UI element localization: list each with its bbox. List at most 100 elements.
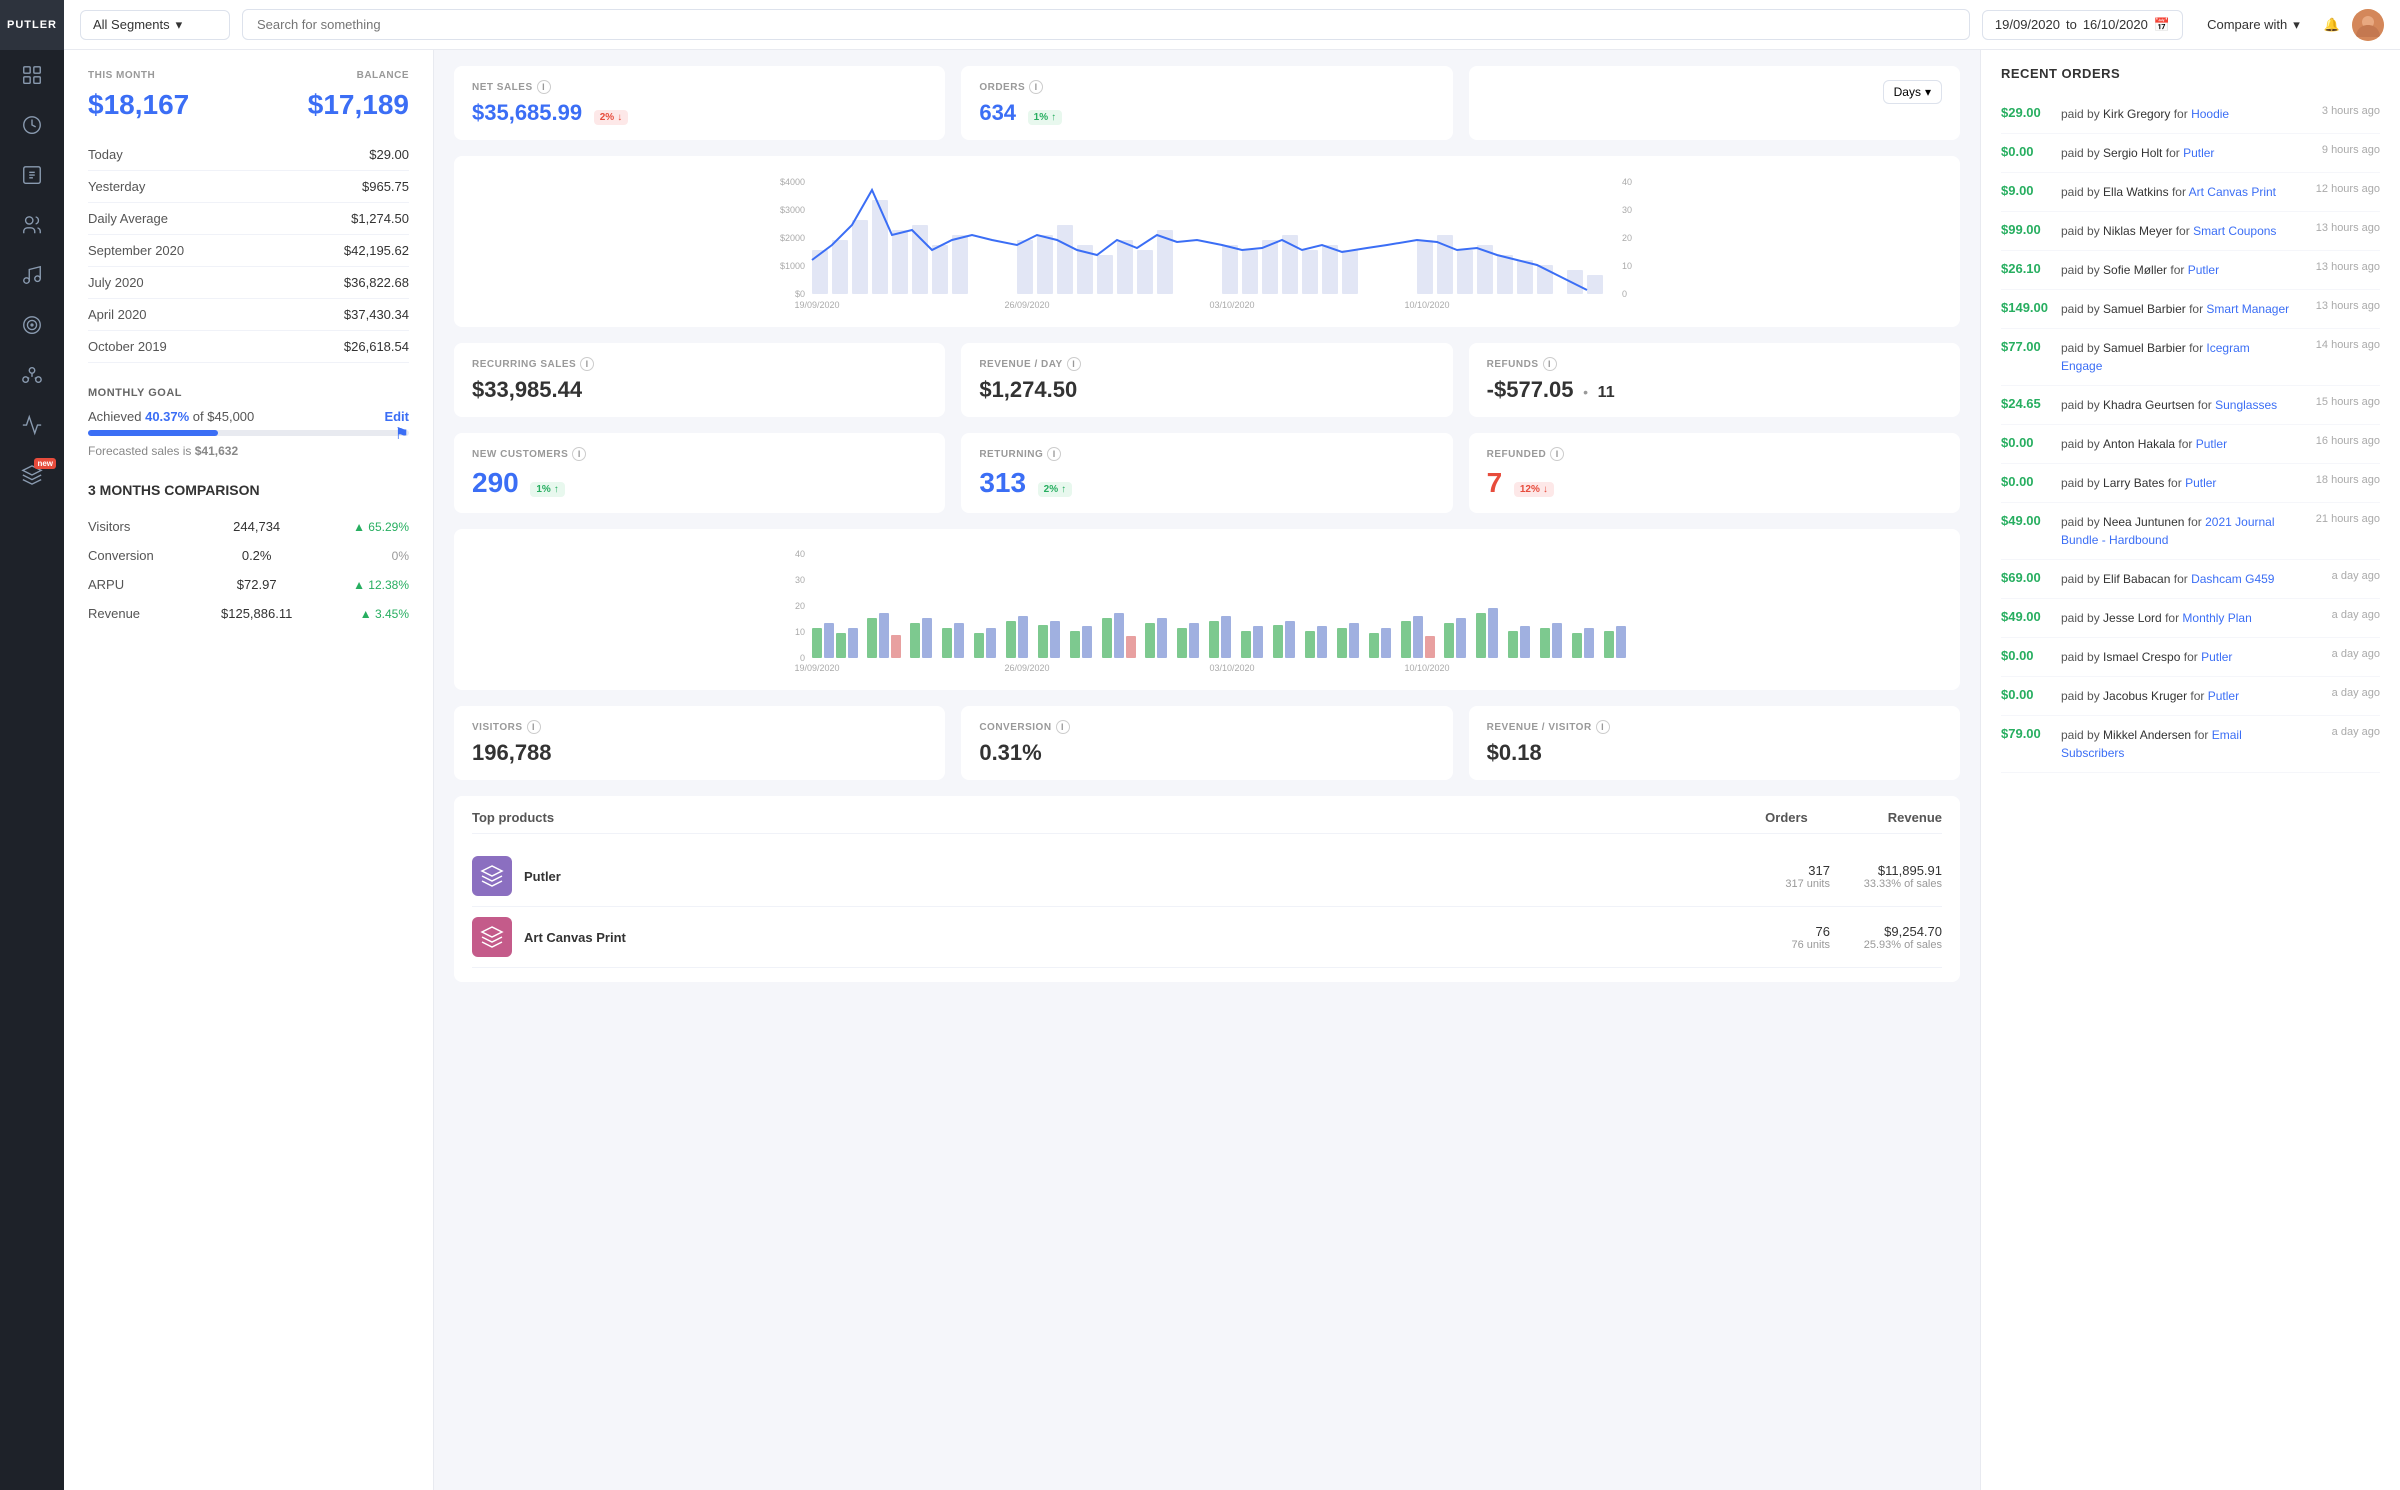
order-product-link[interactable]: Art Canvas Print [2189,185,2276,199]
notification-bell-icon[interactable]: 🔔 [2324,17,2340,33]
refunds-value: -$577.05 [1487,377,1574,402]
revenue-visitor-info-icon[interactable]: i [1596,720,1610,734]
sidebar-item-charts[interactable] [0,400,64,450]
order-product-link[interactable]: Putler [2185,476,2216,490]
svg-text:03/10/2020: 03/10/2020 [1209,663,1254,673]
comparison-row: Visitors 244,734 ▲ 65.29% [88,512,409,541]
returning-label: RETURNING i [979,447,1434,461]
order-text: paid by Ismael Crespo for Putler [2061,648,2292,666]
days-toggle-button[interactable]: Days ▾ [1883,80,1942,104]
svg-text:10/10/2020: 10/10/2020 [1404,300,1449,310]
segment-dropdown[interactable]: All Segments ▾ [80,10,230,40]
returning-info-icon[interactable]: i [1047,447,1061,461]
this-month-value: $18,167 [88,89,189,121]
kpi-row-4: VISITORS i 196,788 CONVERSION i 0.31% RE… [454,706,1960,780]
recurring-info-icon[interactable]: i [580,357,594,371]
sidebar-item-sales[interactable] [0,100,64,150]
refunded-value: 7 [1487,467,1503,498]
order-product-link[interactable]: Putler [2196,437,2227,451]
logo: PUTLER [0,0,64,50]
edit-goal-button[interactable]: Edit [384,409,409,424]
conversion-value: 0.31% [979,740,1434,766]
sidebar-item-apps[interactable]: new [0,450,64,500]
order-text: paid by Samuel Barbier for Smart Manager [2061,300,2292,318]
svg-text:26/09/2020: 26/09/2020 [1004,663,1049,673]
svg-text:19/09/2020: 19/09/2020 [794,300,839,310]
order-amount: $0.00 [2001,435,2053,450]
kpi-row-2: RECURRING SALES i $33,985.44 REVENUE / D… [454,343,1960,417]
order-person: Sergio Holt [2103,146,2162,160]
orders-info-icon[interactable]: i [1029,80,1043,94]
order-product-link[interactable]: Putler [2183,146,2214,160]
stat-label: September 2020 [88,235,279,267]
returning-value-row: 313 2% ↑ [979,467,1434,499]
svg-text:0: 0 [800,653,805,663]
refunds-info-icon[interactable]: i [1543,357,1557,371]
svg-text:$4000: $4000 [780,177,805,187]
goal-achieved-text: Achieved 40.37% of $45,000 [88,409,254,424]
sidebar-item-reports[interactable] [0,250,64,300]
order-row: $0.00 paid by Jacobus Kruger for Putler … [2001,677,2380,716]
sidebar-item-customers[interactable] [0,200,64,250]
order-product-link[interactable]: Monthly Plan [2182,611,2251,625]
sidebar-item-products[interactable] [0,150,64,200]
order-text: paid by Neea Juntunen for 2021 Journal B… [2061,513,2292,549]
order-product-link[interactable]: Dashcam G459 [2191,572,2274,586]
svg-text:$1000: $1000 [780,261,805,271]
order-amount: $0.00 [2001,474,2053,489]
svg-text:$3000: $3000 [780,205,805,215]
recurring-label: RECURRING SALES i [472,357,927,371]
sidebar-item-affiliates[interactable] [0,350,64,400]
sidebar-item-dashboard[interactable] [0,50,64,100]
order-product-link[interactable]: Hoodie [2191,107,2229,121]
product-name: Art Canvas Print [524,930,1738,945]
stat-label: Today [88,139,279,171]
svg-text:40: 40 [795,549,805,559]
stat-label: Yesterday [88,171,279,203]
monthly-goal-section: MONTHLY GOAL Achieved 40.37% of $45,000 … [88,387,409,458]
order-product-link[interactable]: Smart Coupons [2193,224,2276,238]
comparison-label: Conversion [88,541,197,570]
refunded-info-icon[interactable]: i [1550,447,1564,461]
orders-list: $29.00 paid by Kirk Gregory for Hoodie 3… [2001,95,2380,773]
visitors-info-icon[interactable]: i [527,720,541,734]
date-range-picker[interactable]: 19/09/2020 to 16/10/2020 📅 [1982,10,2183,40]
conversion-info-icon[interactable]: i [1056,720,1070,734]
product-revenue: $11,895.91 33.33% of sales [1842,863,1942,890]
svg-text:03/10/2020: 03/10/2020 [1209,300,1254,310]
top-products-card: Top products Orders Revenue Putler 317 3… [454,796,1960,982]
comparison-section: 3 MONTHS COMPARISON Visitors 244,734 ▲ 6… [88,482,409,628]
comparison-label: ARPU [88,570,197,599]
order-product-link[interactable]: Putler [2208,689,2239,703]
comparison-label: Visitors [88,512,197,541]
order-product-link[interactable]: Smart Manager [2206,302,2289,316]
order-product-link[interactable]: Putler [2201,650,2232,664]
new-customers-label: NEW CUSTOMERS i [472,447,927,461]
svg-text:10/10/2020: 10/10/2020 [1404,663,1449,673]
comparison-change: 0% [392,549,409,563]
order-product-link[interactable]: Sunglasses [2215,398,2277,412]
net-sales-value-row: $35,685.99 2% ↓ [472,100,927,126]
net-sales-info-icon[interactable]: i [537,80,551,94]
stats-row: September 2020$42,195.62 [88,235,409,267]
order-time: 14 hours ago [2300,339,2380,351]
sidebar-item-goals[interactable] [0,300,64,350]
order-row: $0.00 paid by Ismael Crespo for Putler a… [2001,638,2380,677]
order-time: 13 hours ago [2300,222,2380,234]
order-row: $77.00 paid by Samuel Barbier for Icegra… [2001,329,2380,386]
kpi-row-3: NEW CUSTOMERS i 290 1% ↑ RETURNING i [454,433,1960,513]
order-text: paid by Niklas Meyer for Smart Coupons [2061,222,2292,240]
comparison-pct: ▲ 12.38% [316,570,409,599]
products-header: Top products Orders Revenue [472,810,1942,834]
compare-button[interactable]: Compare with ▾ [2195,11,2312,39]
products-list: Putler 317 317 units $11,895.91 33.33% o… [472,846,1942,968]
order-product-link[interactable]: Putler [2188,263,2219,277]
revenue-day-info-icon[interactable]: i [1067,357,1081,371]
product-row: Art Canvas Print 76 76 units $9,254.70 2… [472,907,1942,968]
search-input[interactable] [242,9,1970,40]
avatar[interactable] [2352,9,2384,41]
date-from: 19/09/2020 [1995,17,2060,32]
order-row: $79.00 paid by Mikkel Andersen for Email… [2001,716,2380,773]
order-person: Khadra Geurtsen [2103,398,2194,412]
new-customers-info-icon[interactable]: i [572,447,586,461]
